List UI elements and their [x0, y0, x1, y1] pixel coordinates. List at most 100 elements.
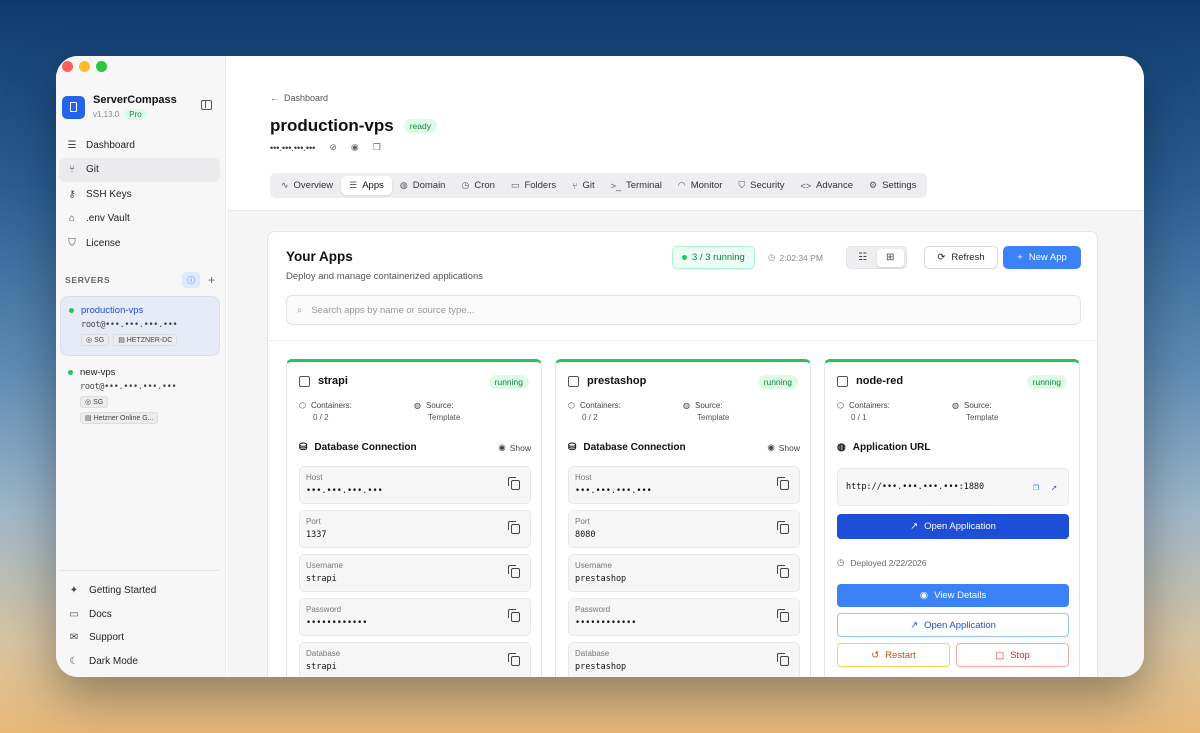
app-name: strapi — [318, 375, 348, 387]
stop-button[interactable]: ▢ Stop — [956, 643, 1069, 667]
divider — [268, 340, 1099, 341]
sidebar: ServerCompass v1.13.0 Pro ☰ Dashboard ⑂ … — [56, 56, 226, 677]
box-icon: ⬡ — [837, 401, 844, 410]
source-value: Template — [428, 413, 461, 422]
eye-icon[interactable]: ◉ — [351, 142, 359, 153]
globe-icon: ◍ — [683, 401, 690, 410]
external-link-icon: ↗ — [910, 619, 919, 631]
grid-view-icon[interactable]: ⊞ — [876, 248, 904, 267]
sidebar-item-ssh-keys[interactable]: ⚷ SSH Keys — [59, 182, 220, 206]
tab-terminal[interactable]: >_ Terminal — [603, 176, 670, 195]
region-tag: ◎ SG — [80, 396, 109, 408]
tab-bar: ∿ Overview ☰ Apps ◍ Domain ◷ Cron ▭ Folders ⑂… — [270, 173, 928, 198]
external-link-icon[interactable]: ↗ — [1051, 482, 1057, 493]
info-icon[interactable]: ⓘ — [181, 272, 200, 288]
main-area: ← Dashboard production-vps ready •••.•••… — [227, 56, 1144, 677]
code-icon: <> — [800, 180, 812, 191]
copy-icon[interactable] — [777, 653, 789, 666]
eye-icon: ◉ — [767, 442, 775, 452]
copy-icon[interactable] — [508, 521, 520, 534]
sidebar-item-label: License — [86, 237, 121, 249]
tab-domain[interactable]: ◍ Domain — [392, 176, 454, 195]
moon-icon: ☾ — [69, 655, 79, 667]
list-view-icon[interactable]: ☷ — [849, 249, 877, 267]
status-badge: running — [757, 375, 798, 389]
search-input[interactable]: ⌕ Search apps by name or source type... — [286, 295, 1081, 325]
copy-icon[interactable] — [508, 653, 520, 666]
panel-subtitle: Deploy and manage containerized applicat… — [286, 271, 483, 282]
gauge-icon: ◠ — [677, 180, 686, 190]
source-value: Template — [966, 413, 999, 422]
last-updated-time: ◷ 2:02:34 PM — [768, 252, 823, 263]
app-card-strapi: strapi running ⬡ Containers: 0 / 2 ◍ Source… — [286, 359, 542, 677]
app-card-node-red: node-red running ⬡ Containers: 0 / 1 ◍ Sour… — [824, 359, 1080, 677]
close-window-button[interactable] — [62, 61, 73, 72]
copy-icon[interactable] — [777, 609, 789, 622]
copy-icon[interactable]: ❐ — [1033, 482, 1039, 493]
tab-folders[interactable]: ▭ Folders — [503, 176, 564, 195]
open-application-outline-button[interactable]: ↗ Open Application — [837, 613, 1069, 637]
restart-button[interactable]: ↺ Restart — [837, 643, 950, 667]
sidebar-item-label: SSH Keys — [86, 188, 132, 200]
rotate-ccw-icon: ↺ — [871, 649, 880, 661]
provider-tag: ▤ Hetzner Online G... — [80, 412, 159, 424]
show-toggle[interactable]: ◉ Show — [498, 442, 531, 453]
deployed-date: ◷ Deployed 2/22/2026 — [837, 557, 927, 568]
tab-settings[interactable]: ⚙ Settings — [861, 176, 924, 195]
copy-icon[interactable] — [508, 565, 520, 578]
plan-badge: Pro — [124, 109, 147, 120]
tab-cron[interactable]: ◷ Cron — [453, 176, 502, 195]
docs-link[interactable]: ▭ Docs — [59, 603, 220, 627]
copy-icon[interactable] — [508, 609, 520, 622]
tab-advance[interactable]: <> Advance — [793, 176, 862, 195]
containers-value: 0 / 2 — [313, 413, 329, 422]
host-field: Host •••.•••.•••.••• — [568, 466, 800, 504]
sidebar-item-dashboard[interactable]: ☰ Dashboard — [59, 133, 220, 157]
dark-mode-toggle[interactable]: ☾ Dark Mode — [59, 650, 220, 674]
tab-monitor[interactable]: ◠ Monitor — [670, 176, 731, 195]
open-application-button[interactable]: ↗ Open Application — [837, 514, 1069, 539]
sidebar-item-env-vault[interactable]: ⌂ .env Vault — [59, 207, 220, 231]
copy-icon[interactable] — [777, 477, 789, 490]
support-link[interactable]: ✉ Support — [59, 626, 220, 650]
zoom-window-button[interactable] — [96, 61, 107, 72]
mail-icon: ✉ — [69, 632, 79, 644]
server-ip: •••.•••.•••.••• — [270, 142, 316, 153]
view-details-button[interactable]: ◉ View Details — [837, 584, 1069, 607]
lock-icon: ⌂ — [68, 213, 76, 224]
copy-icon[interactable] — [508, 477, 520, 490]
sidebar-item-license[interactable]: ⛉ License — [59, 231, 220, 255]
plus-icon: + — [1017, 252, 1023, 263]
refresh-icon: ⟳ — [937, 252, 946, 263]
gear-icon: ⚙ — [869, 180, 878, 190]
breadcrumb[interactable]: ← Dashboard — [270, 93, 328, 103]
app-name: prestashop — [587, 375, 647, 387]
tab-security[interactable]: ⛉ Security — [730, 176, 792, 195]
eye-off-icon[interactable]: ⊘ — [329, 142, 337, 153]
servers-title: SERVERS — [65, 275, 111, 285]
getting-started-link[interactable]: ✦ Getting Started — [59, 579, 220, 603]
copy-icon[interactable] — [777, 565, 789, 578]
copy-icon[interactable]: ❐ — [373, 142, 381, 153]
status-badge: ready — [403, 119, 437, 133]
clock-icon: ◷ — [837, 557, 845, 567]
collapse-sidebar-icon[interactable] — [201, 100, 212, 110]
view-toggle: ☷ ⊞ — [846, 246, 907, 269]
show-toggle[interactable]: ◉ Show — [767, 442, 800, 453]
server-item-production-vps[interactable]: production-vps root@•••.•••.•••.••• ◎ SG… — [60, 296, 220, 356]
globe-icon: ◍ — [399, 180, 408, 190]
sidebar-nav: ☰ Dashboard ⑂ Git ⚷ SSH Keys ⌂ .env Vaul… — [59, 133, 220, 256]
refresh-button[interactable]: ⟳ Refresh — [924, 246, 998, 269]
sidebar-item-git[interactable]: ⑂ Git — [59, 157, 220, 182]
copy-icon[interactable] — [777, 521, 789, 534]
tab-git[interactable]: ⑂ Git — [564, 176, 603, 195]
sidebar-footer: ✦ Getting Started ▭ Docs ✉ Support ☾ Dar… — [59, 570, 220, 673]
window-controls — [62, 61, 107, 72]
globe-icon: ◍ — [952, 401, 959, 410]
server-item-new-vps[interactable]: new-vps root@•••.•••.•••.••• ◎ SG ▤ Hetz… — [60, 359, 220, 429]
tab-overview[interactable]: ∿ Overview — [273, 176, 341, 195]
new-app-button[interactable]: + New App — [1003, 246, 1081, 269]
tab-apps[interactable]: ☰ Apps — [341, 176, 392, 195]
minimize-window-button[interactable] — [79, 61, 90, 72]
add-server-icon[interactable]: + — [208, 273, 215, 287]
